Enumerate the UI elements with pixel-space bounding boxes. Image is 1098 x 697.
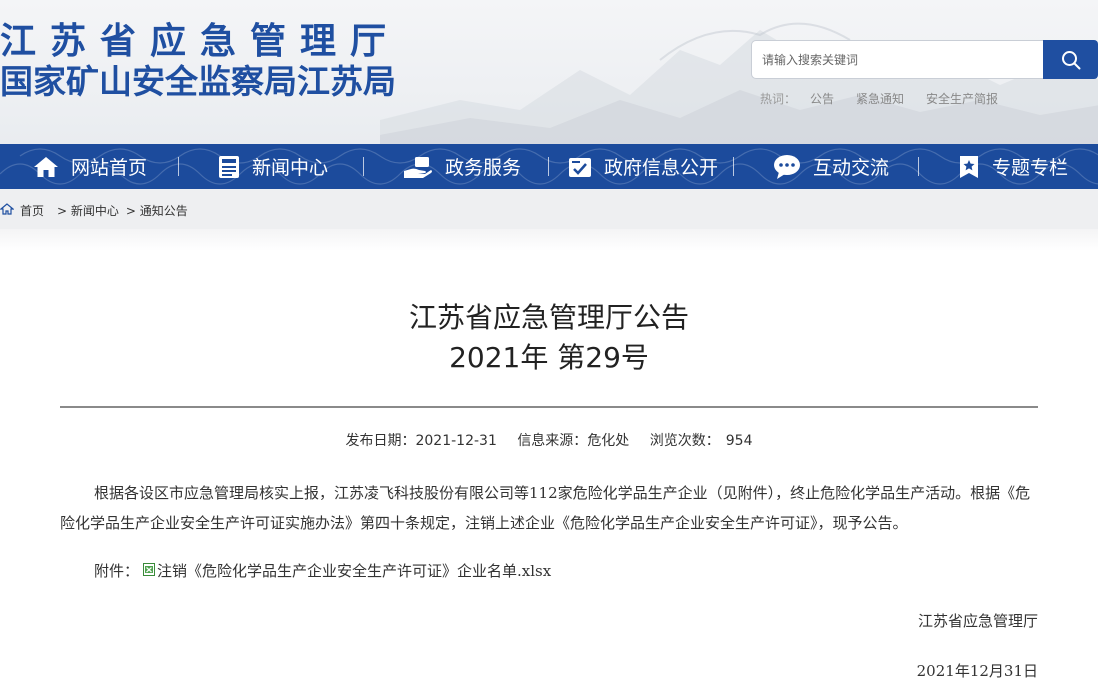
nav-divider [918,157,919,176]
nav-item-info[interactable]: 政府信息公开 [568,144,718,189]
article-body: 根据各设区市应急管理局核实上报，江苏凌飞科技股份有限公司等112家危险化学品生产… [60,484,1031,532]
nav-item-label: 政务服务 [445,157,522,179]
nav-divider [178,157,179,176]
breadcrumb: 首页 > 新闻中心 > 通知公告 [0,202,188,219]
excel-file-icon [143,562,156,580]
hot-words: 热词： 公告 紧急通知 安全生产简报 [760,90,1020,107]
nav-item-news[interactable]: 新闻中心 [218,144,328,189]
search-button[interactable] [1043,40,1098,79]
nav-divider [363,157,364,176]
title-line: 江苏省应急管理厅公告 [408,301,689,334]
logo-title-line2: 国家矿山安全监察局江苏局 [0,62,396,101]
logo-title-line1: 江苏省应急管理厅 [0,21,401,62]
content-top-shade [0,229,1098,251]
attachment-link[interactable]: 注销《危险化学品生产企业安全生产许可证》企业名单.xlsx [157,560,551,581]
bookmark-icon [958,155,980,179]
main-nav: 网站首页 新闻中心 政务服务 政府信息公开 互动交流 专题专栏 [0,144,1098,189]
publish-date: 发布日期：2021-12-31 [345,433,496,449]
search-input[interactable] [752,41,1044,78]
home-icon [0,203,15,218]
breadcrumb-item[interactable]: > 通知公告 [126,202,188,219]
source-value: 危化处 [587,433,630,449]
view-count-value: 954 [725,433,753,449]
nav-item-label: 互动交流 [813,157,890,179]
nav-cloud-pattern-icon [0,148,1098,185]
signer: 江苏省应急管理厅 [917,612,1038,630]
publish-date-value: 2021-12-31 [415,433,497,449]
nav-item-label: 新闻中心 [252,157,329,179]
nav-item-label: 政府信息公开 [604,157,719,179]
publish-date-label: 发布日期： [345,433,416,449]
search-icon [1061,50,1080,69]
site-logo[interactable]: 江苏省应急管理厅 国家矿山安全监察局江苏局 [0,22,400,102]
view-count: 浏览次数： 954 [650,433,753,449]
nav-item-service[interactable]: 政务服务 [403,144,521,189]
nav-item-interaction[interactable]: 互动交流 [773,144,889,189]
attachment-label: 附件： [94,562,140,580]
title-line: 2021年 第29号 [449,341,649,374]
nav-item-topics[interactable]: 专题专栏 [958,144,1068,189]
news-icon [218,155,240,179]
source-label: 信息来源： [517,433,588,449]
nav-item-label: 专题专栏 [992,157,1069,179]
chat-icon [773,154,801,180]
sign-date: 2021年12月31日 [916,662,1038,680]
hot-word-link[interactable]: 公告 [810,90,834,107]
breadcrumb-item[interactable]: > 新闻中心 [57,202,119,219]
search-box [751,40,1044,79]
nav-divider [548,157,549,176]
nav-divider [733,157,734,176]
nav-item-label: 网站首页 [71,157,148,179]
page-title: 江苏省应急管理厅公告 2021年 第29号 [0,298,1098,378]
hot-word-link[interactable]: 安全生产简报 [926,90,998,107]
article-meta: 发布日期：2021-12-31 信息来源：危化处 浏览次数： 954 [0,430,1098,450]
home-icon [33,155,59,179]
title-divider [60,406,1038,408]
nav-item-home[interactable]: 网站首页 [33,144,147,189]
service-icon [403,155,433,179]
breadcrumb-home[interactable]: 首页 [20,202,44,219]
view-count-label: 浏览次数： [649,433,720,449]
info-icon [568,155,592,179]
source: 信息来源：危化处 [517,433,629,449]
hot-word-link[interactable]: 紧急通知 [856,90,904,107]
attachment: 附件： 注销《危险化学品生产企业安全生产许可证》企业名单.xlsx [94,560,551,581]
hot-words-label: 热词： [760,92,797,106]
